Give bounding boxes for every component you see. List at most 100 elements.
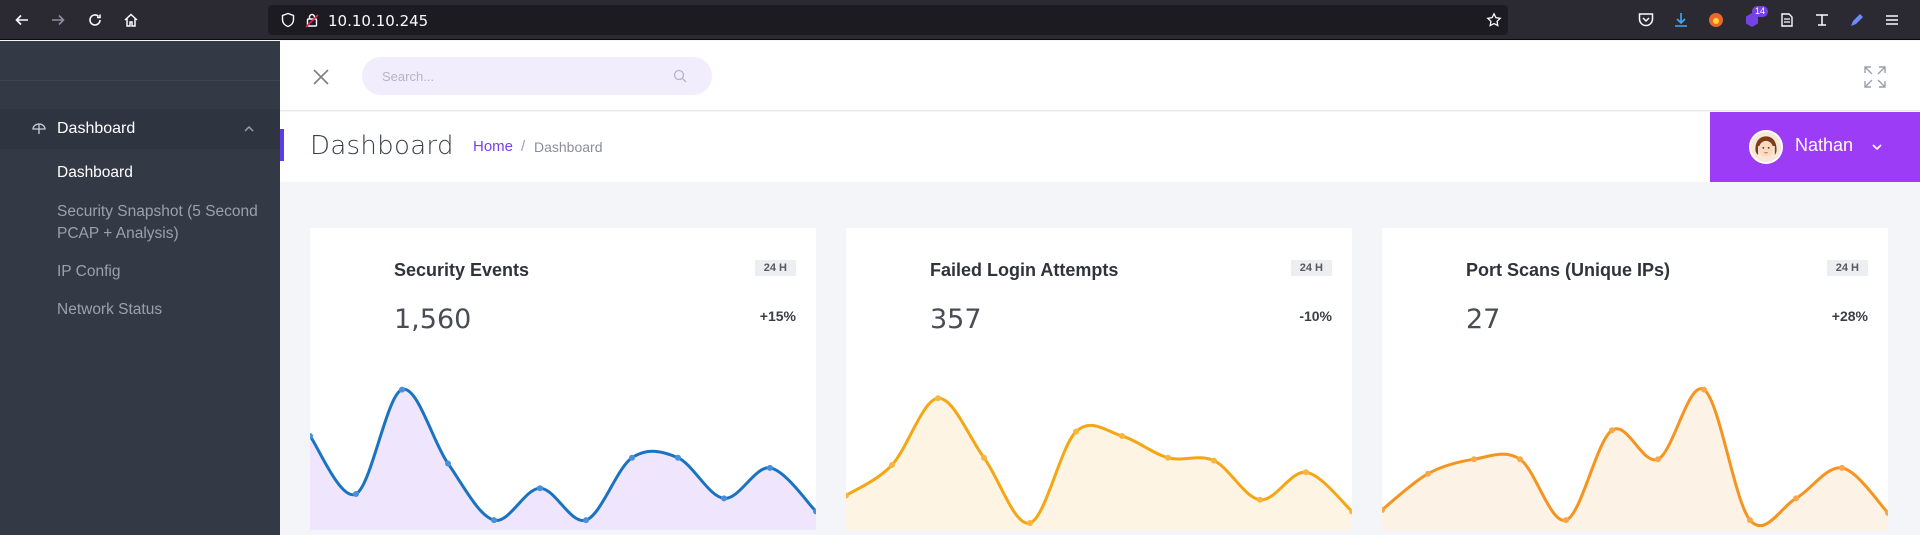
sparkline-point bbox=[675, 454, 681, 461]
forward-button[interactable] bbox=[46, 8, 70, 32]
sparkline-point bbox=[1119, 433, 1125, 439]
breadcrumb-separator: / bbox=[521, 138, 526, 155]
user-menu-button[interactable]: Nathan bbox=[1710, 112, 1920, 182]
sparkline-point bbox=[1165, 454, 1171, 461]
extension-foxy-button[interactable] bbox=[1707, 11, 1725, 29]
back-button[interactable] bbox=[10, 8, 34, 32]
browser-toolbar: 10.10.10.245 14 bbox=[0, 0, 1920, 40]
sparkline-point bbox=[1701, 386, 1707, 393]
chevron-down-icon bbox=[1872, 144, 1882, 151]
sparkline-point bbox=[1655, 456, 1661, 463]
sparkline-point bbox=[1425, 470, 1431, 477]
sidebar-item-label: Dashboard bbox=[57, 120, 136, 137]
sparkline-point bbox=[1747, 517, 1753, 524]
top-header bbox=[280, 41, 1920, 111]
shield-icon[interactable] bbox=[280, 12, 296, 28]
sparkline-point bbox=[1793, 495, 1799, 502]
downloads-button[interactable] bbox=[1672, 11, 1690, 29]
sparkline-point bbox=[767, 464, 773, 471]
sparkline-point bbox=[1563, 517, 1569, 524]
sparkline-point bbox=[1517, 456, 1523, 463]
sparkline-point bbox=[629, 454, 635, 461]
search-input[interactable] bbox=[382, 57, 662, 95]
card-period-badge: 24 H bbox=[1290, 260, 1332, 276]
sparkline-point bbox=[1471, 456, 1477, 463]
lock-insecure-icon[interactable] bbox=[304, 12, 320, 28]
sidebar-item-ip-config[interactable]: IP Config bbox=[57, 261, 257, 283]
sparkline-point bbox=[1303, 469, 1309, 476]
sparkline-point bbox=[721, 495, 727, 502]
sparkline-area bbox=[310, 389, 816, 530]
download-icon bbox=[1675, 13, 1687, 27]
sparkline-point bbox=[491, 517, 497, 524]
sparkline-point bbox=[981, 454, 987, 461]
sparkline-point bbox=[1609, 427, 1615, 434]
page-title: Dashboard bbox=[310, 131, 454, 161]
card-title: Failed Login Attempts bbox=[930, 260, 1119, 280]
reload-button[interactable] bbox=[83, 8, 107, 32]
arrow-left-icon bbox=[15, 14, 28, 26]
search-icon[interactable] bbox=[673, 69, 687, 83]
extension-pen-button[interactable] bbox=[1848, 11, 1866, 29]
card-period-badge: 24 H bbox=[754, 260, 796, 276]
accent-strip bbox=[280, 129, 284, 161]
sparkline-point bbox=[537, 485, 543, 492]
extension-translate-button[interactable] bbox=[1813, 11, 1831, 29]
extension-reader-button[interactable] bbox=[1778, 11, 1796, 29]
sparkline-point bbox=[353, 491, 359, 497]
sparkline-point bbox=[399, 386, 405, 393]
avatar bbox=[1749, 130, 1783, 164]
card-value: 357 bbox=[930, 304, 982, 335]
card-title: Security Events bbox=[394, 260, 530, 280]
umbrella-icon bbox=[32, 123, 46, 134]
sparkline-point bbox=[935, 395, 941, 402]
sidebar-item-network-status[interactable]: Network Status bbox=[57, 299, 257, 321]
breadcrumb-current: Dashboard bbox=[534, 139, 603, 155]
card-value: 1,560 bbox=[394, 304, 472, 335]
pocket-icon bbox=[1638, 13, 1654, 27]
sidebar-item-dashboard-group[interactable]: Dashboard bbox=[0, 109, 280, 149]
pen-icon bbox=[1851, 14, 1863, 26]
sparkline-point bbox=[1839, 464, 1845, 471]
sparkline-area bbox=[1382, 388, 1888, 530]
translate-icon bbox=[1816, 14, 1828, 26]
search-box bbox=[362, 57, 712, 95]
sparkline-point bbox=[445, 460, 451, 467]
reader-icon bbox=[1781, 13, 1793, 27]
bookmark-star-icon[interactable] bbox=[1486, 12, 1502, 28]
menu-button[interactable] bbox=[1883, 11, 1901, 29]
sidebar-item-security-snapshot[interactable]: Security Snapshot (5 Second PCAP + Analy… bbox=[57, 201, 262, 245]
stat-card-security-events: Security Events 24 H 1,560 +15% bbox=[310, 228, 816, 530]
sparkline-chart bbox=[310, 386, 816, 530]
card-title: Port Scans (Unique IPs) bbox=[1466, 260, 1671, 280]
pocket-button[interactable] bbox=[1637, 11, 1655, 29]
sidebar: Dashboard Dashboard Security Snapshot (5… bbox=[0, 41, 280, 535]
stat-card-port-scans: Port Scans (Unique IPs) 24 H 27 +28% bbox=[1382, 228, 1888, 530]
sidebar-logo-area bbox=[0, 41, 280, 81]
extension-badge: 14 bbox=[1752, 6, 1769, 17]
url-text: 10.10.10.245 bbox=[328, 12, 429, 30]
sparkline-point bbox=[1257, 496, 1263, 503]
card-value: 27 bbox=[1466, 304, 1501, 335]
address-bar[interactable]: 10.10.10.245 bbox=[268, 5, 1508, 35]
user-name: Nathan bbox=[1795, 135, 1854, 155]
page-header: Dashboard Home / Dashboard Nathan bbox=[280, 112, 1920, 182]
card-delta: +28% bbox=[1831, 308, 1868, 324]
sidebar-item-dashboard[interactable]: Dashboard bbox=[57, 162, 257, 184]
sparkline-point bbox=[1211, 457, 1217, 464]
card-delta: -10% bbox=[1299, 308, 1332, 324]
fullscreen-icon[interactable] bbox=[1863, 65, 1887, 89]
sparkline-chart bbox=[1382, 386, 1888, 530]
sparkline-chart bbox=[846, 395, 1352, 530]
card-period-badge: 24 H bbox=[1826, 260, 1868, 276]
fox-extension-icon bbox=[1709, 13, 1723, 27]
close-icon[interactable] bbox=[312, 68, 330, 86]
reload-icon bbox=[89, 14, 101, 26]
card-delta: +15% bbox=[759, 308, 796, 324]
home-icon bbox=[124, 13, 138, 27]
breadcrumb-home-link[interactable]: Home bbox=[473, 138, 513, 155]
arrow-right-icon bbox=[52, 14, 65, 26]
sparkline-point bbox=[1073, 428, 1079, 435]
home-button[interactable] bbox=[119, 8, 143, 32]
chevron-up-icon bbox=[244, 125, 254, 132]
